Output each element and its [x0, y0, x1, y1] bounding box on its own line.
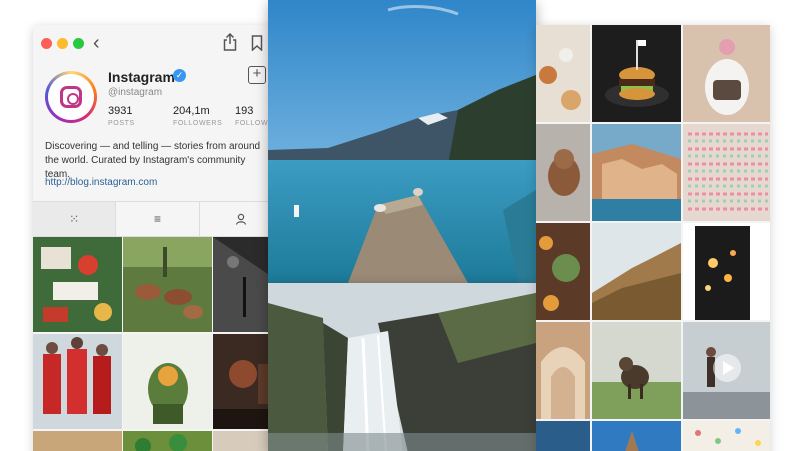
bookmark-icon[interactable]	[251, 35, 263, 51]
stat-followers-label: FOLLOWERS	[173, 120, 223, 127]
photo-thumbnail[interactable]	[592, 25, 681, 122]
photo-thumbnail[interactable]	[33, 237, 122, 332]
profile-bio: Discovering — and telling — stories from…	[45, 141, 261, 180]
photo-thumbnail[interactable]	[123, 431, 212, 451]
stat-following[interactable]: 193 FOLLOW	[235, 105, 268, 127]
photo-thumbnail[interactable]	[536, 124, 590, 221]
featured-photo-waterfall[interactable]	[268, 283, 536, 451]
stat-followers-value: 204,1m	[173, 105, 210, 117]
stat-posts-value: 3931	[108, 105, 133, 117]
stat-following-label: FOLLOW	[235, 120, 269, 127]
profile-window: ‹ Instagram ✓ @instagram + 3931 POSTS 20…	[33, 25, 283, 451]
explore-grid-window	[536, 25, 770, 451]
minimize-window-button[interactable]	[57, 38, 68, 49]
close-window-button[interactable]	[41, 38, 52, 49]
photo-thumbnail[interactable]	[536, 223, 590, 320]
photo-thumbnail[interactable]	[683, 421, 770, 451]
tab-list[interactable]: ≡	[116, 202, 200, 236]
list-icon: ≡	[154, 212, 162, 226]
photo-thumbnail[interactable]	[536, 322, 590, 419]
avatar-inner	[48, 74, 94, 120]
stat-posts[interactable]: 3931 POSTS	[108, 105, 135, 127]
add-user-button[interactable]: +	[248, 66, 266, 84]
profile-username: Instagram	[108, 69, 175, 85]
screenshot-stage: ‹ Instagram ✓ @instagram + 3931 POSTS 20…	[0, 0, 801, 451]
tab-grid[interactable]: ⁙	[33, 202, 117, 236]
photo-thumbnail[interactable]	[33, 431, 122, 451]
person-icon	[236, 213, 247, 225]
photo-thumbnail[interactable]	[33, 334, 122, 429]
featured-photo-lake[interactable]	[268, 0, 536, 283]
photo-thumbnail[interactable]	[683, 223, 770, 320]
photo-thumbnail[interactable]	[536, 25, 590, 122]
grid-icon: ⁙	[69, 212, 80, 226]
photo-thumbnail[interactable]	[123, 237, 212, 332]
photo-thumbnail[interactable]	[592, 124, 681, 221]
photo-thumbnail[interactable]	[592, 421, 681, 451]
title-bar: ‹	[33, 25, 283, 63]
photo-thumbnail[interactable]	[592, 223, 681, 320]
profile-tab-bar: ⁙ ≡	[33, 201, 283, 237]
photo-thumbnail[interactable]	[536, 421, 590, 451]
avatar[interactable]	[45, 71, 97, 123]
profile-link[interactable]: http://blog.instagram.com	[45, 177, 157, 188]
photo-thumbnail[interactable]	[123, 334, 212, 429]
stat-posts-label: POSTS	[108, 120, 135, 127]
video-thumbnail[interactable]	[683, 322, 770, 419]
zoom-window-button[interactable]	[73, 38, 84, 49]
profile-handle: @instagram	[108, 87, 163, 98]
stat-followers[interactable]: 204,1m FOLLOWERS	[173, 105, 222, 127]
back-icon[interactable]: ‹	[93, 33, 100, 53]
photo-thumbnail[interactable]	[683, 25, 770, 122]
stat-following-value: 193	[235, 105, 254, 117]
share-icon[interactable]	[223, 33, 237, 51]
verified-badge-icon: ✓	[173, 69, 186, 82]
instagram-logo-icon	[60, 86, 82, 108]
photo-thumbnail[interactable]	[683, 124, 770, 221]
photo-thumbnail[interactable]	[592, 322, 681, 419]
